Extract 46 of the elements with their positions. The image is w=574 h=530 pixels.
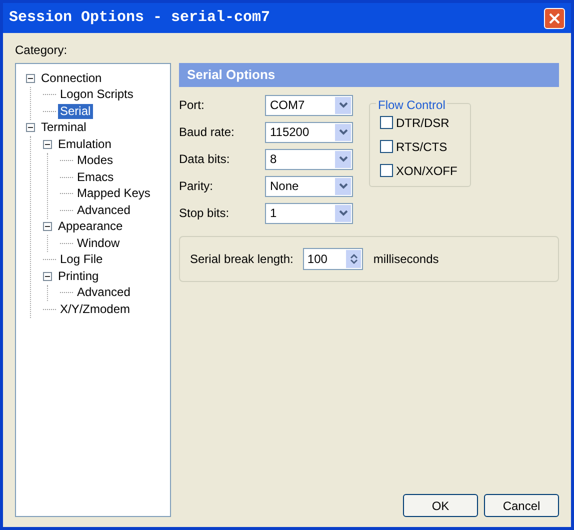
tree-item[interactable]: Terminal: [39, 120, 88, 136]
checkbox-label: RTS/CTS: [396, 138, 448, 156]
field-label: Port:: [179, 97, 206, 114]
panel-title: Serial Options: [179, 63, 559, 86]
checkbox-label: DTR/DSR: [396, 114, 450, 132]
tree-item[interactable]: Logon Scripts: [58, 87, 136, 102]
field-label: Data bits:: [179, 151, 231, 168]
tree-item[interactable]: Modes: [75, 153, 116, 168]
tree-item[interactable]: Log File: [58, 252, 105, 268]
dropdown[interactable]: 8: [265, 148, 353, 170]
dropdown[interactable]: COM7: [265, 94, 353, 116]
tree-item[interactable]: Printing: [56, 268, 101, 284]
checkbox-label: XON/XOFF: [396, 162, 458, 180]
dropdown[interactable]: 115200: [265, 122, 353, 142]
tree-item[interactable]: Window: [75, 236, 122, 251]
tree-item[interactable]: Advanced: [75, 285, 132, 300]
dialog-button[interactable]: Cancel: [484, 494, 559, 517]
checkbox[interactable]: [380, 164, 393, 177]
tree-item[interactable]: Serial: [58, 104, 93, 119]
checkbox[interactable]: [380, 116, 393, 129]
dialog-button[interactable]: OK: [403, 494, 478, 517]
tree-item[interactable]: Emulation: [56, 136, 114, 152]
dropdown[interactable]: None: [265, 176, 353, 196]
tree-item[interactable]: Appearance: [56, 219, 125, 234]
collapse-toggle-icon[interactable]: [26, 74, 35, 83]
field-label: Parity:: [179, 178, 214, 195]
tree-item[interactable]: Connection: [39, 70, 104, 86]
collapse-toggle-icon[interactable]: [26, 123, 35, 132]
collapse-toggle-icon[interactable]: [43, 140, 52, 149]
spin-arrows-icon[interactable]: [346, 250, 362, 268]
dropdown[interactable]: 1: [265, 202, 353, 224]
field-label: Stop bits:: [179, 205, 230, 222]
tree-item[interactable]: Mapped Keys: [75, 186, 152, 202]
tree-item[interactable]: Advanced: [75, 202, 132, 218]
window-title: Session Options - serial-com7: [9, 8, 270, 28]
tree-item[interactable]: X/Y/Zmodem: [58, 302, 132, 317]
field-label: Serial break length:: [190, 250, 294, 268]
category-label: Category:: [15, 42, 68, 59]
tree-item[interactable]: Emacs: [75, 170, 116, 185]
collapse-toggle-icon[interactable]: [43, 272, 52, 281]
collapse-toggle-icon[interactable]: [43, 222, 52, 232]
close-icon[interactable]: [544, 8, 565, 28]
spin-field[interactable]: 100: [303, 248, 364, 270]
field-label: Baud rate:: [179, 124, 236, 141]
unit-label: milliseconds: [373, 250, 439, 268]
checkbox[interactable]: [380, 140, 393, 153]
